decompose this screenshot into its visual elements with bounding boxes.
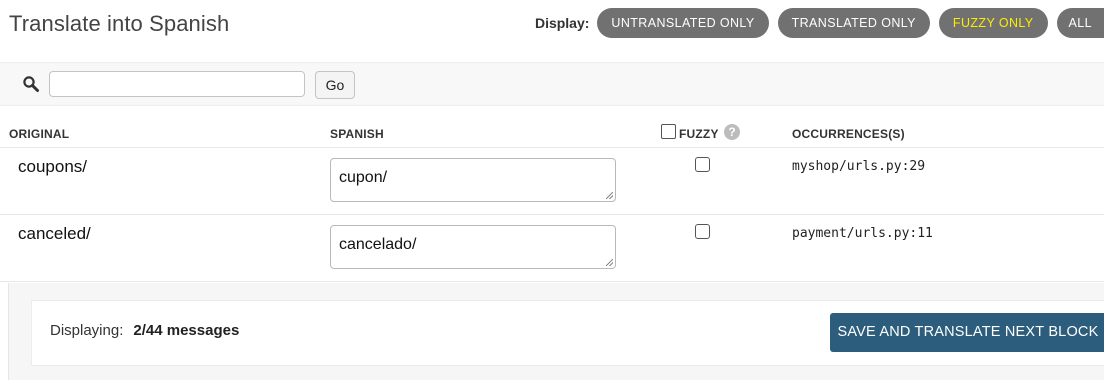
displaying-value: 2/44 messages xyxy=(133,322,240,339)
message-count: Displaying: 2/44 messages xyxy=(50,322,239,339)
translation-text: cupon/ xyxy=(339,169,388,186)
table-row: coupons/ cupon/ myshop/urls.py:29 xyxy=(0,148,1104,215)
page-title: Translate into Spanish xyxy=(9,11,230,36)
resize-handle-icon[interactable] xyxy=(606,192,613,199)
search-bar: Go xyxy=(0,62,1104,106)
fuzzy-select-all-checkbox[interactable] xyxy=(661,124,676,139)
occurrence-text: payment/urls.py:11 xyxy=(792,226,933,241)
display-filter: Display: UNTRANSLATED ONLY TRANSLATED ON… xyxy=(535,8,1104,38)
resize-handle-icon[interactable] xyxy=(606,259,613,266)
save-and-translate-next-button[interactable]: SAVE AND TRANSLATE NEXT BLOCK xyxy=(830,313,1104,352)
original-text: coupons/ xyxy=(18,157,87,176)
header-original: ORIGINAL xyxy=(9,127,70,141)
translation-textarea[interactable]: cupon/ xyxy=(330,158,616,202)
occurrence-text: myshop/urls.py:29 xyxy=(792,159,926,174)
displaying-label: Displaying: xyxy=(50,322,124,339)
display-label: Display: xyxy=(534,15,590,31)
filter-all-button[interactable]: ALL xyxy=(1056,8,1104,38)
table-row: canceled/ cancelado/ payment/urls.py:11 xyxy=(0,215,1104,282)
header-spanish: SPANISH xyxy=(330,127,384,141)
footer-panel: Displaying: 2/44 messages SAVE AND TRANSL… xyxy=(31,300,1104,366)
search-icon xyxy=(23,76,39,92)
search-input[interactable] xyxy=(49,71,305,97)
fuzzy-checkbox[interactable] xyxy=(695,157,710,172)
footer: Displaying: 2/44 messages SAVE AND TRANSL… xyxy=(8,283,1104,380)
header-fuzzy: FUZZY xyxy=(679,127,719,141)
filter-fuzzy-only-button[interactable]: FUZZY ONLY xyxy=(938,8,1048,38)
original-text: canceled/ xyxy=(18,224,91,243)
translation-text: cancelado/ xyxy=(339,236,417,253)
table-header: ORIGINAL SPANISH FUZZY ? OCCURRENCES(S) xyxy=(0,121,1104,148)
filter-translated-only-button[interactable]: TRANSLATED ONLY xyxy=(777,8,930,38)
go-button[interactable]: Go xyxy=(315,71,355,99)
help-icon[interactable]: ? xyxy=(724,124,740,140)
filter-untranslated-only-button[interactable]: UNTRANSLATED ONLY xyxy=(597,8,769,38)
translation-textarea[interactable]: cancelado/ xyxy=(330,225,616,269)
header-occurrences: OCCURRENCES(S) xyxy=(792,127,905,141)
fuzzy-checkbox[interactable] xyxy=(695,224,710,239)
